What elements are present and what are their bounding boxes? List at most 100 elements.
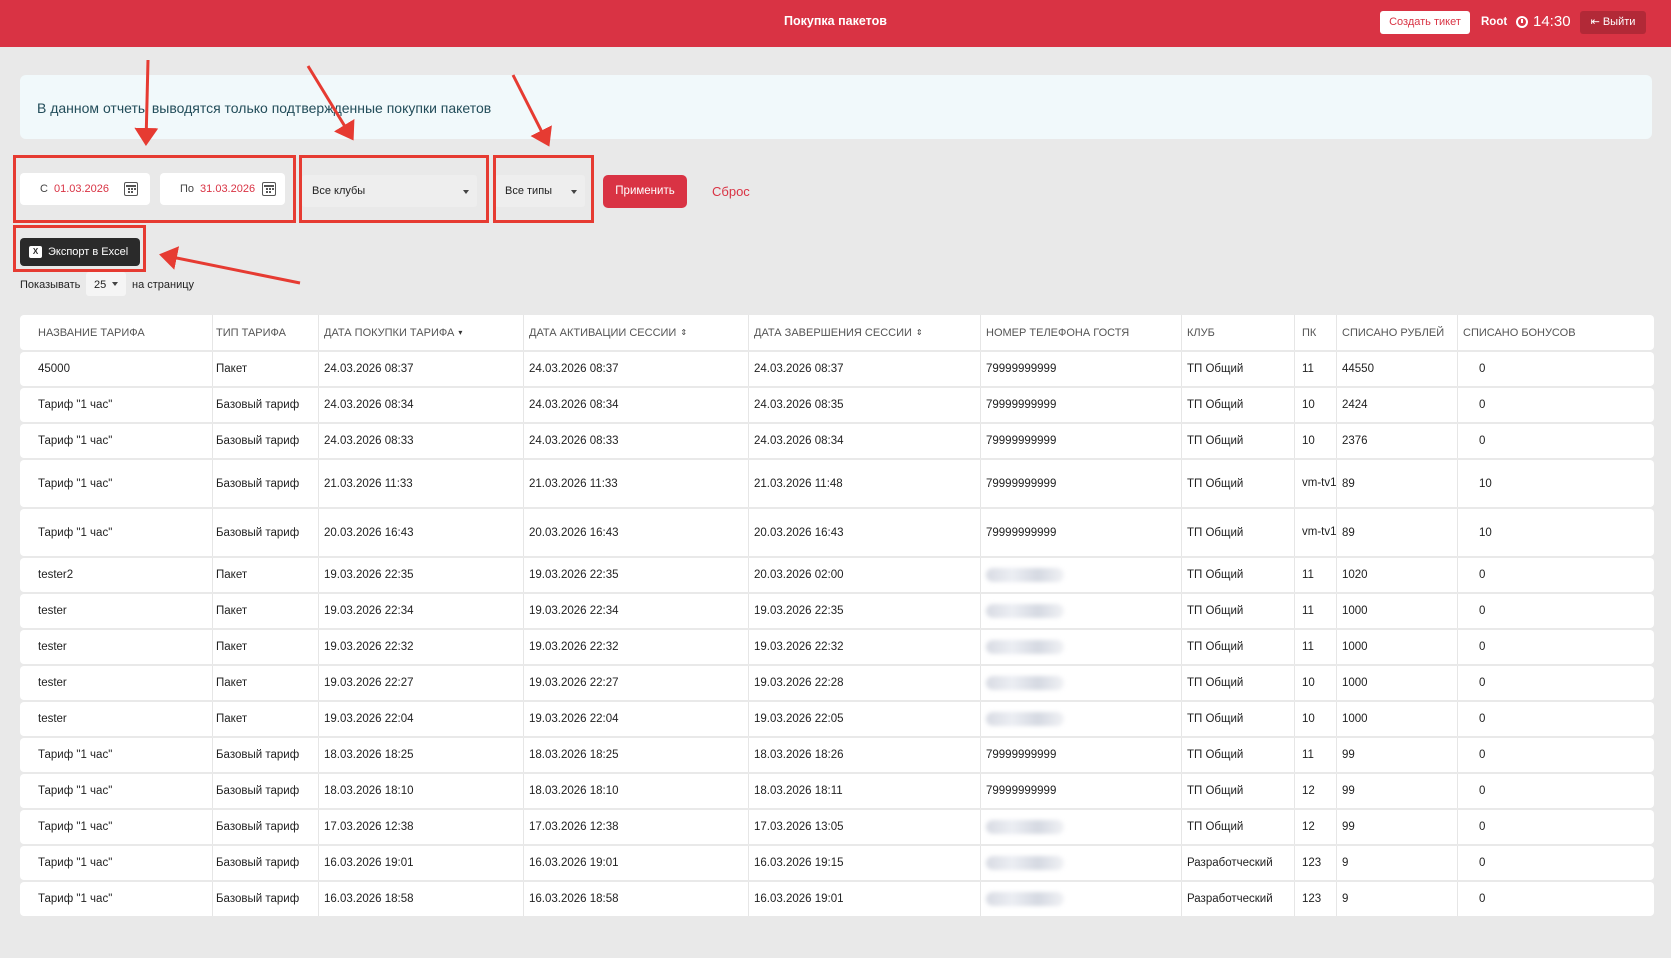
sort-icon[interactable]: ⇕ xyxy=(916,328,923,337)
cell-value: 123 xyxy=(1302,892,1322,905)
column-divider xyxy=(980,424,981,458)
table-row: Тариф "1 час" Базовый тариф 24.03.2026 08:… xyxy=(20,424,1654,458)
header-col-tariff-name: НАЗВАНИЕ ТАРИФА xyxy=(38,315,145,350)
sort-icon[interactable]: ⇕ xyxy=(680,328,687,337)
cell-value: 9 xyxy=(1342,893,1349,905)
cell-value: Тариф "1 час" xyxy=(38,399,113,411)
sort-icon[interactable]: ▾ xyxy=(458,328,462,337)
cell-value: 18.03.2026 18:11 xyxy=(754,785,843,797)
column-divider xyxy=(212,630,213,664)
column-divider xyxy=(1181,630,1182,664)
cell-value: 10 xyxy=(1302,398,1315,411)
column-divider xyxy=(980,666,981,700)
cell-value: 11 xyxy=(1302,748,1314,761)
cell-value: 1000 xyxy=(1342,605,1368,617)
table-cell-purchase-date: 21.03.2026 11:33 xyxy=(324,460,413,507)
column-divider xyxy=(1457,388,1458,422)
cell-value: ТП Общий xyxy=(1187,785,1244,797)
column-divider xyxy=(212,666,213,700)
table-cell-end-date: 24.03.2026 08:37 xyxy=(754,352,844,386)
table-row: tester Пакет 19.03.2026 22:34 19.03.2026 22… xyxy=(20,594,1654,628)
column-divider xyxy=(318,882,319,916)
column-divider xyxy=(748,315,749,350)
redacted-phone xyxy=(986,892,1064,906)
table-cell-purchase-date: 19.03.2026 22:35 xyxy=(324,558,414,592)
header-col-bonuses: СПИСАНО БОНУСОВ xyxy=(1463,315,1576,350)
header-col-pc: ПК xyxy=(1302,315,1316,350)
column-divider xyxy=(318,594,319,628)
table-cell-guest-phone xyxy=(986,810,1064,844)
column-divider xyxy=(748,846,749,880)
table-cell-pc: 11 xyxy=(1302,594,1338,628)
cell-value: Пакет xyxy=(216,641,248,653)
cell-value: Базовый тариф xyxy=(216,785,300,797)
cell-value: 17.03.2026 12:38 xyxy=(529,821,619,833)
table-cell-tariff-name: Тариф "1 час" xyxy=(38,774,112,808)
cell-value: 24.03.2026 08:37 xyxy=(529,363,619,375)
table-cell-purchase-date: 19.03.2026 22:32 xyxy=(324,630,414,664)
table-cell-guest-phone xyxy=(986,666,1064,700)
cell-value: 2376 xyxy=(1342,435,1368,447)
column-divider xyxy=(980,352,981,386)
table-cell-club: ТП Общий xyxy=(1187,388,1243,422)
table-cell-activation-date: 24.03.2026 08:37 xyxy=(529,352,619,386)
column-divider xyxy=(1181,702,1182,736)
table-cell-tariff-type: Пакет xyxy=(216,702,247,736)
cell-value: Пакет xyxy=(216,605,248,617)
column-divider xyxy=(318,630,319,664)
header-col-activation-date[interactable]: ДАТА АКТИВАЦИИ СЕССИИ ⇕ xyxy=(529,315,687,350)
cell-value: Базовый тариф xyxy=(216,749,300,761)
header-label: ПК xyxy=(1302,326,1317,339)
table-cell-activation-date: 20.03.2026 16:43 xyxy=(529,509,619,556)
cell-value: 18.03.2026 18:25 xyxy=(324,749,414,761)
column-divider xyxy=(748,666,749,700)
table-cell-rubles: 9 xyxy=(1342,846,1348,880)
column-divider xyxy=(980,846,981,880)
column-divider xyxy=(1181,882,1182,916)
table-cell-end-date: 17.03.2026 13:05 xyxy=(754,810,844,844)
table-row: 45000 Пакет 24.03.2026 08:37 24.03.2026 08:… xyxy=(20,352,1654,386)
table-cell-end-date: 18.03.2026 18:26 xyxy=(754,738,844,772)
column-divider xyxy=(1457,702,1458,736)
table-cell-end-date: 24.03.2026 08:35 xyxy=(754,388,844,422)
table-cell-bonuses: 0 xyxy=(1479,882,1485,916)
table-cell-purchase-date: 16.03.2026 19:01 xyxy=(324,846,414,880)
table-cell-guest-phone: 79999999999 xyxy=(986,738,1056,772)
cell-value: 20.03.2026 16:43 xyxy=(529,526,619,539)
column-divider xyxy=(748,509,749,556)
cell-value: 99 xyxy=(1342,749,1355,761)
header-col-purchase-date[interactable]: ДАТА ПОКУПКИ ТАРИФА ▾ xyxy=(324,315,462,350)
table-cell-pc: 11 xyxy=(1302,558,1338,592)
arrow-to-types xyxy=(511,74,552,147)
header-label: СПИСАНО РУБЛЕЙ xyxy=(1342,326,1445,339)
header-col-end-date[interactable]: ДАТА ЗАВЕРШЕНИЯ СЕССИИ ⇕ xyxy=(754,315,923,350)
column-divider xyxy=(523,810,524,844)
column-divider xyxy=(980,388,981,422)
cell-value: 24.03.2026 08:37 xyxy=(324,363,414,375)
column-divider xyxy=(1181,774,1182,808)
table-cell-bonuses: 10 xyxy=(1479,509,1492,556)
table-row: Тариф "1 час" Базовый тариф 16.03.2026 19:… xyxy=(20,846,1654,880)
cell-value: Тариф "1 час" xyxy=(38,785,113,797)
column-divider xyxy=(212,810,213,844)
cell-value: Тариф "1 час" xyxy=(38,893,113,905)
redacted-phone xyxy=(986,604,1064,618)
cell-value: 79999999999 xyxy=(986,526,1057,539)
table-cell-club: ТП Общий xyxy=(1187,594,1243,628)
table-cell-pc: 123 xyxy=(1302,846,1338,880)
cell-value: 0 xyxy=(1479,569,1486,581)
table-cell-pc: 10 xyxy=(1302,424,1338,458)
column-divider xyxy=(1294,558,1295,592)
column-divider xyxy=(212,594,213,628)
column-divider xyxy=(1294,666,1295,700)
cell-value: 10 xyxy=(1479,477,1492,490)
table-cell-tariff-type: Базовый тариф xyxy=(216,424,299,458)
table-cell-tariff-name: tester2 xyxy=(38,558,73,592)
column-divider xyxy=(523,774,524,808)
cell-value: Базовый тариф xyxy=(216,857,300,869)
column-divider xyxy=(318,774,319,808)
cell-value: ТП Общий xyxy=(1187,363,1244,375)
column-divider xyxy=(1294,702,1295,736)
cell-value: tester xyxy=(38,605,67,617)
column-divider xyxy=(980,460,981,507)
